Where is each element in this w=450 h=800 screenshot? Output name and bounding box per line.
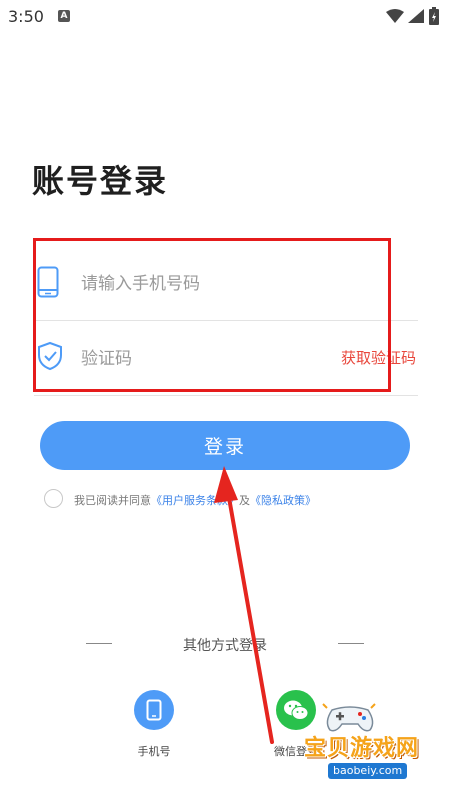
watermark-text: 宝贝游戏网 [304, 736, 420, 761]
phone-icon [134, 690, 174, 730]
wifi-icon [386, 9, 404, 23]
agreement-prefix: 我已阅读并同意 [74, 494, 151, 507]
status-time: 3:50 [8, 7, 44, 26]
other-login-title: 其他方式登录 [183, 638, 267, 654]
page-title: 账号登录 [32, 162, 169, 200]
highlight-box [33, 238, 391, 392]
other-login-divider: 其他方式登录 [0, 633, 450, 655]
agreement-text: 我已阅读并同意《用户服务条款》及《隐私政策》 [74, 492, 316, 508]
phone-login-option[interactable]: 手机号 [124, 690, 184, 759]
signal-icon [408, 9, 424, 23]
status-bar: 3:50 A [0, 0, 450, 34]
annotation-arrow [214, 466, 274, 744]
divider-line-right [338, 643, 364, 644]
notification-icon: A [58, 10, 70, 22]
service-terms-link[interactable]: 《用户服务条款》 [151, 494, 239, 507]
phone-login-label: 手机号 [137, 745, 171, 758]
login-button[interactable]: 登录 [40, 421, 410, 470]
agreement-and: 及 [239, 494, 250, 507]
privacy-policy-link[interactable]: 《隐私政策》 [250, 494, 316, 507]
agreement-checkbox[interactable] [44, 489, 63, 508]
battery-icon [429, 7, 439, 25]
watermark-url: baobeiy.com [328, 763, 408, 779]
watermark-logo: 宝贝游戏网 baobeiy.com [300, 700, 450, 790]
